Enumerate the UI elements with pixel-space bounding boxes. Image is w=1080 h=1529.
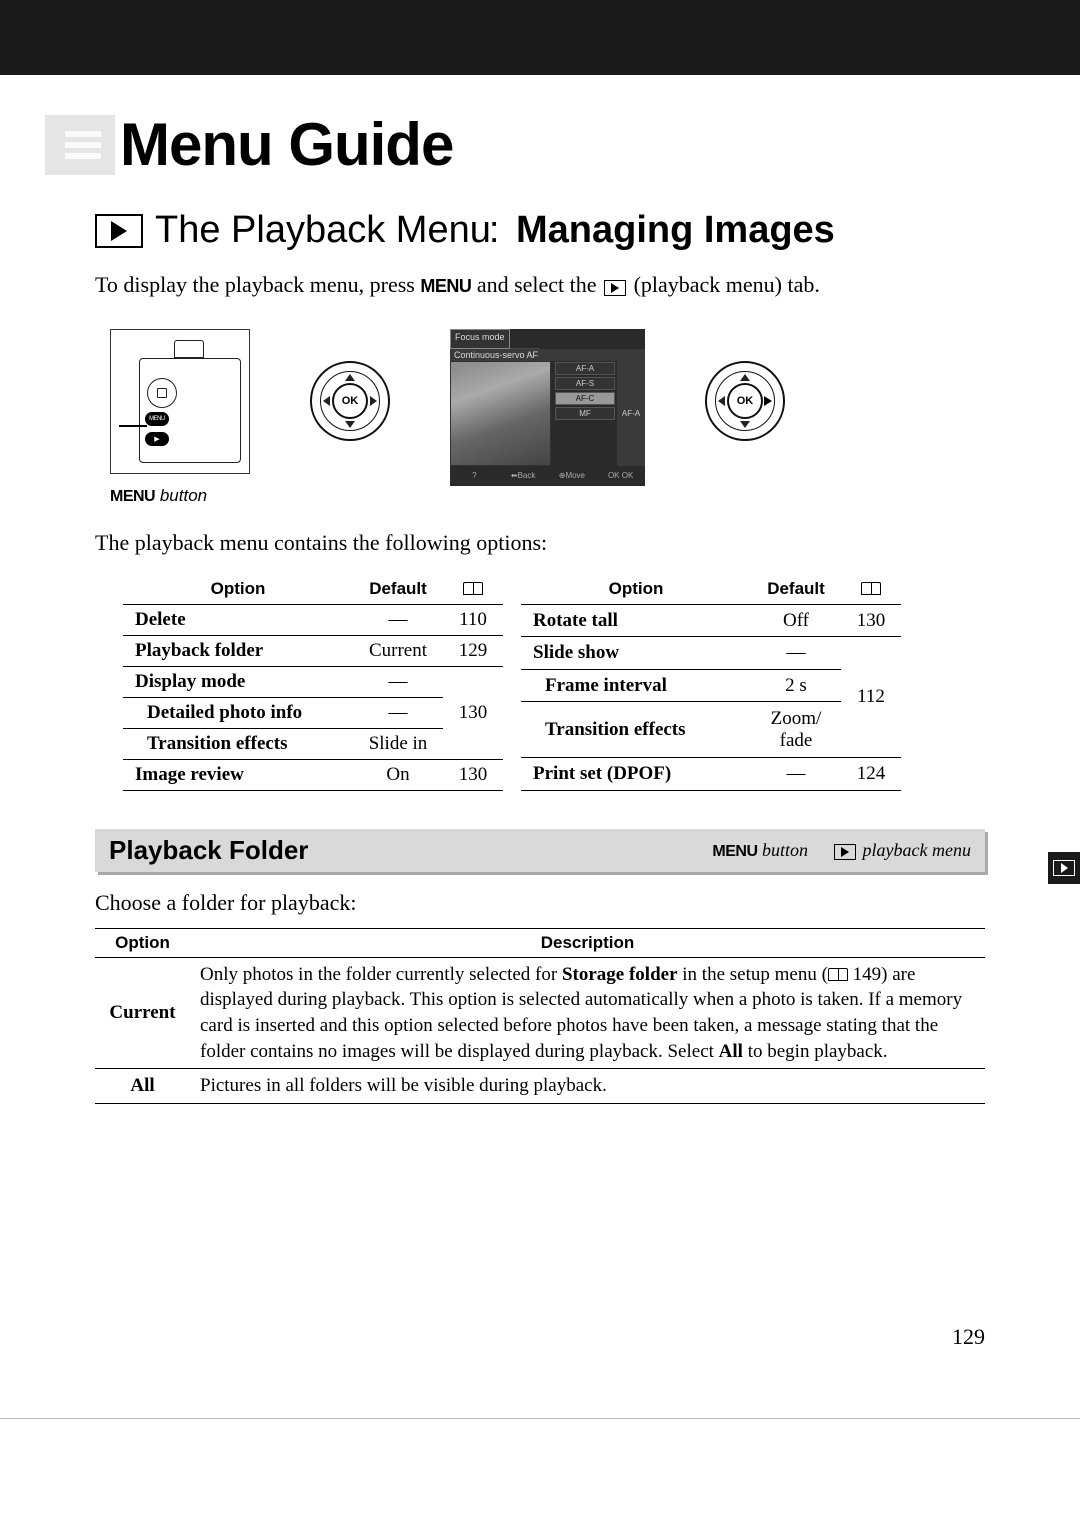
desc-current: Only photos in the folder currently sele… (190, 957, 985, 1069)
side-tab-playback (1048, 852, 1080, 884)
page-header: Menu Guide (45, 110, 985, 179)
footer-divider (0, 1418, 1080, 1419)
options-intro: The playback menu contains the following… (95, 530, 985, 556)
play-button-illustration (145, 432, 169, 446)
intro-text: To display the playback menu, press MENU… (95, 270, 985, 301)
playback-folder-title: Playback Folder (109, 835, 712, 866)
ok-dial-1: OK (310, 361, 390, 441)
illustration-row: OK Focus mode Continuous-servo AF AF-A A… (110, 329, 985, 474)
section-title-part1: The Playback Menu (155, 209, 491, 251)
page-title: Menu Guide (120, 110, 453, 179)
playback-icon-small (834, 844, 856, 860)
book-icon (828, 968, 848, 981)
playback-folder-intro: Choose a folder for playback: (95, 890, 985, 916)
menu-word: MENU (420, 276, 471, 296)
playback-folder-bar: Playback Folder MENU button playback men… (95, 829, 985, 872)
section-title: The Playback Menu Managing Images (95, 209, 985, 252)
playback-icon-small (604, 280, 626, 296)
book-icon (861, 582, 881, 595)
top-black-bar (0, 0, 1080, 75)
options-table-left: Option Default Delete—110 Playback folde… (123, 574, 503, 791)
playback-folder-table: Option Description Current Only photos i… (95, 928, 985, 1104)
menu-guide-icon (45, 115, 115, 175)
options-tables: Option Default Delete—110 Playback folde… (123, 574, 985, 791)
section-title-part2: Managing Images (516, 209, 835, 251)
book-icon (463, 582, 483, 595)
ok-dial-2: OK (705, 361, 785, 441)
menu-button-caption: MENU button (110, 486, 985, 506)
lcd-screen-illustration: Focus mode Continuous-servo AF AF-A AF-S… (450, 329, 645, 474)
desc-all: Pictures in all folders will be visible … (190, 1069, 985, 1104)
playback-icon (95, 214, 143, 248)
camera-back-diagram (110, 329, 250, 474)
page-number: 129 (95, 1324, 985, 1350)
page-content: Menu Guide The Playback Menu Managing Im… (0, 110, 1080, 1390)
menu-button-illustration (145, 412, 169, 426)
options-table-right: Option Default Rotate tallOff130 Slide s… (521, 574, 901, 791)
